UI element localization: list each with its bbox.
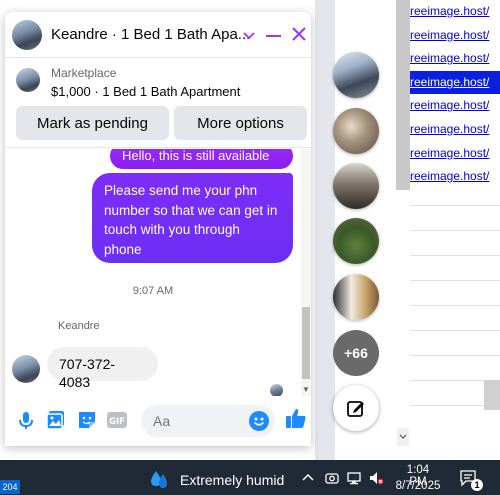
- marketplace-label: Marketplace: [51, 66, 117, 80]
- thumbs-up-icon[interactable]: [285, 407, 307, 429]
- chat-head-avatar[interactable]: [333, 274, 379, 320]
- chat-head-avatar[interactable]: [333, 52, 379, 98]
- outgoing-message: Please send me your phn number so that w…: [92, 173, 293, 263]
- weather-status[interactable]: Extremely humid: [180, 472, 284, 488]
- page-scroll-arrow[interactable]: [397, 428, 409, 446]
- messenger-chat-window: Keandre · 1 Bed 1 Bath Apa... Marketplac…: [5, 12, 311, 446]
- taskbar-badge[interactable]: 204: [0, 480, 20, 494]
- listing-thumbnail[interactable]: [16, 68, 40, 92]
- sticker-icon[interactable]: [76, 409, 98, 431]
- chat-header[interactable]: Keandre · 1 Bed 1 Bath Apa...: [5, 12, 311, 58]
- incoming-message: 707-372-4083: [47, 347, 158, 390]
- background-link[interactable]: reeimage.host/: [410, 47, 500, 71]
- background-column: [315, 0, 335, 460]
- photo-icon[interactable]: [45, 409, 67, 431]
- chevron-up-icon[interactable]: [300, 470, 316, 486]
- gif-icon[interactable]: GIF: [106, 409, 128, 431]
- svg-text:GIF: GIF: [109, 417, 125, 427]
- message-timestamp: 9:07 AM: [132, 285, 174, 297]
- background-link[interactable]: reeimage.host/: [410, 0, 500, 24]
- more-options-button[interactable]: More options: [174, 106, 307, 140]
- scrollbar-thumb[interactable]: [302, 307, 310, 379]
- background-scroll-handle[interactable]: [484, 380, 500, 410]
- message-list: Hello, this is still available Please se…: [5, 149, 311, 396]
- background-link-selected[interactable]: reeimage.host/: [410, 70, 500, 95]
- message-composer: GIF: [5, 396, 311, 446]
- chat-title[interactable]: Keandre · 1 Bed 1 Bath Apa...: [51, 26, 250, 43]
- microphone-icon[interactable]: [15, 409, 37, 431]
- notification-count-badge: 1: [471, 479, 483, 491]
- seen-indicator-avatar: [270, 384, 283, 396]
- compose-icon: [347, 401, 364, 417]
- sender-name: Keandre: [58, 320, 100, 332]
- camera-icon[interactable]: [324, 470, 340, 486]
- mark-as-pending-button[interactable]: Mark as pending: [16, 106, 169, 140]
- minimize-icon[interactable]: [266, 35, 281, 37]
- background-link[interactable]: reeimage.host/: [410, 24, 500, 48]
- chat-head-avatar[interactable]: [333, 218, 379, 264]
- new-message-button[interactable]: [333, 385, 379, 431]
- emoji-icon[interactable]: [249, 411, 269, 431]
- background-link-list: reeimage.host/ reeimage.host/ reeimage.h…: [410, 0, 500, 189]
- message-scrollbar[interactable]: ▼: [301, 149, 311, 396]
- marketplace-panel: Marketplace $1,000 · 1 Bed 1 Bath Apartm…: [5, 58, 311, 148]
- background-scrollbar[interactable]: [396, 0, 410, 190]
- humidity-drop-icon[interactable]: [148, 468, 170, 490]
- volume-muted-icon[interactable]: [368, 470, 384, 486]
- background-link[interactable]: reeimage.host/: [410, 94, 500, 118]
- listing-title[interactable]: $1,000 · 1 Bed 1 Bath Apartment: [51, 84, 240, 99]
- background-link[interactable]: reeimage.host/: [410, 142, 500, 166]
- network-icon[interactable]: [346, 470, 362, 486]
- chat-head-avatar[interactable]: [333, 163, 379, 209]
- more-chats-button[interactable]: +66: [333, 330, 379, 376]
- clock-date[interactable]: 8/7/2025: [394, 480, 442, 492]
- outgoing-message: Hello, this is still available: [110, 149, 293, 169]
- chevron-down-icon[interactable]: [242, 28, 256, 42]
- contact-avatar[interactable]: [12, 20, 42, 50]
- background-link[interactable]: reeimage.host/: [410, 118, 500, 142]
- chat-head-avatar[interactable]: [333, 108, 379, 154]
- close-icon[interactable]: [291, 26, 307, 42]
- background-table-lines: [410, 185, 500, 455]
- sender-avatar[interactable]: [12, 355, 40, 383]
- windows-taskbar: 204 Extremely humid 1:04 PM 8/7/2025 1: [0, 460, 500, 495]
- scroll-down-arrow-icon[interactable]: ▼: [302, 386, 310, 394]
